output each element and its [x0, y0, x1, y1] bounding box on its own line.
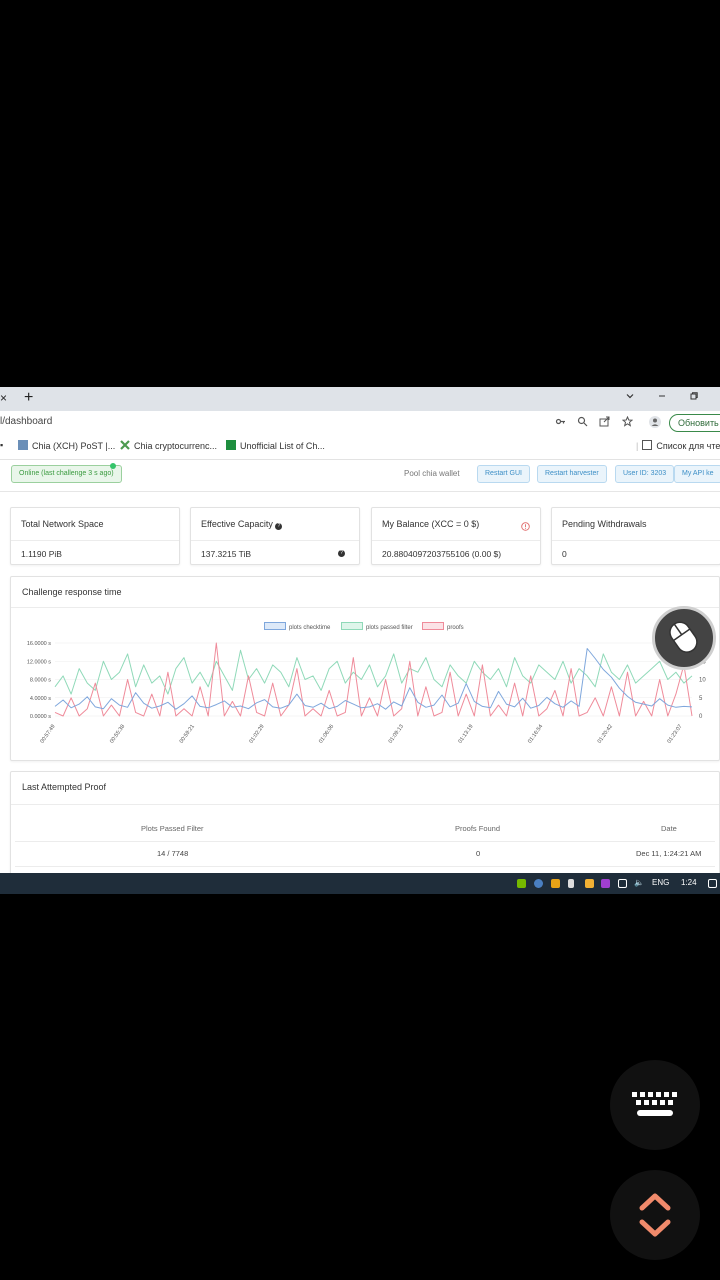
series-line-plots-passed-filter: [54, 649, 693, 695]
x-tick-label: 00:59:21: [179, 724, 196, 745]
y-tick-label: 16.0000 s: [27, 641, 51, 647]
display-icon[interactable]: [618, 879, 627, 888]
language-indicator[interactable]: ENG: [652, 878, 669, 887]
y-right-tick-label: 0: [699, 714, 703, 720]
usb-icon[interactable]: [568, 879, 574, 888]
x-tick-label: 01:13:19: [457, 724, 474, 745]
chevron-up-down-icon: [639, 1193, 671, 1237]
x-tick-label: 00:57:49: [39, 724, 56, 745]
y-right-tick-label: 10: [699, 678, 706, 684]
app-tray-icon-2[interactable]: [601, 879, 610, 888]
divider: [11, 804, 719, 805]
folder-icon[interactable]: [551, 879, 560, 888]
table-header[interactable]: Plots Passed Filter: [141, 824, 204, 833]
x-tick-label: 01:09:13: [388, 724, 405, 745]
x-tick-label: 01:06:06: [318, 724, 335, 745]
table-header[interactable]: Date: [661, 824, 677, 833]
table-cell: 14 / 7748: [157, 849, 189, 858]
y-tick-label: 12.0000 s: [27, 659, 51, 665]
y-tick-label: 0.0000 s: [30, 714, 51, 720]
y-tick-label: 8.0000 s: [30, 678, 51, 684]
nvidia-icon[interactable]: [517, 879, 526, 888]
x-tick-label: 01:20:42: [597, 724, 614, 745]
y-tick-label: 4.0000 s: [30, 696, 51, 702]
table-header-divider: [15, 841, 715, 842]
keyboard-button[interactable]: [610, 1060, 700, 1150]
volume-icon[interactable]: 🔈: [634, 878, 644, 887]
x-tick-label: 01:23:07: [666, 724, 683, 745]
remote-desktop-screen: × + l/dashboard Обновить ▪ Chia (XCH) Po…: [0, 387, 720, 894]
table-header[interactable]: Proofs Found: [455, 824, 500, 833]
table-cell: Dec 11, 1:24:21 AM: [636, 849, 702, 858]
challenge-response-chart: 0.0000 s 4.0000 s 8.0000 s 12.0000 s 16.0000…: [27, 641, 707, 745]
clock[interactable]: 1:24: [681, 878, 697, 887]
scroll-toggle-button[interactable]: [610, 1170, 700, 1260]
network-globe-icon[interactable]: [534, 879, 543, 888]
table-row-divider: [15, 866, 715, 867]
x-tick-label: 00:55:38: [109, 724, 126, 745]
mouse-icon: [669, 621, 698, 653]
mouse-mode-button[interactable]: [652, 606, 716, 670]
notifications-icon[interactable]: [708, 879, 717, 888]
y-right-tick-label: 5: [699, 696, 703, 702]
panel-title: Last Attempted Proof: [22, 782, 107, 792]
x-tick-label: 01:16:54: [527, 724, 544, 745]
windows-taskbar: 🔈 ENG 1:24: [0, 873, 720, 894]
x-tick-label: 01:02:29: [248, 724, 265, 745]
keyboard-icon: [632, 1092, 677, 1116]
app-tray-icon[interactable]: [585, 879, 594, 888]
table-cell: 0: [476, 849, 481, 858]
